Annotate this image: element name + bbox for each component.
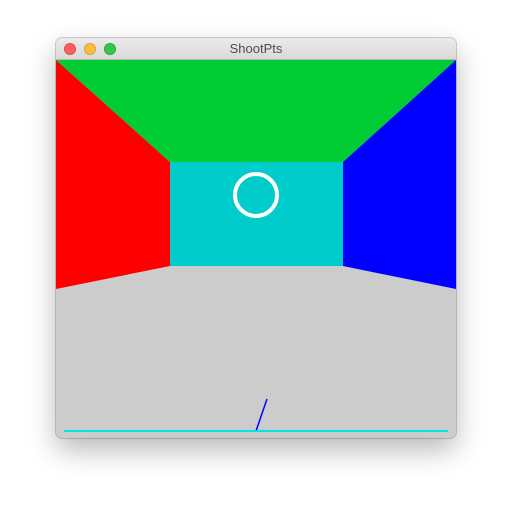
title-bar[interactable]: ShootPts bbox=[56, 38, 456, 60]
game-canvas[interactable] bbox=[56, 60, 456, 438]
app-window: ShootPts bbox=[56, 38, 456, 438]
window-title: ShootPts bbox=[229, 41, 283, 56]
